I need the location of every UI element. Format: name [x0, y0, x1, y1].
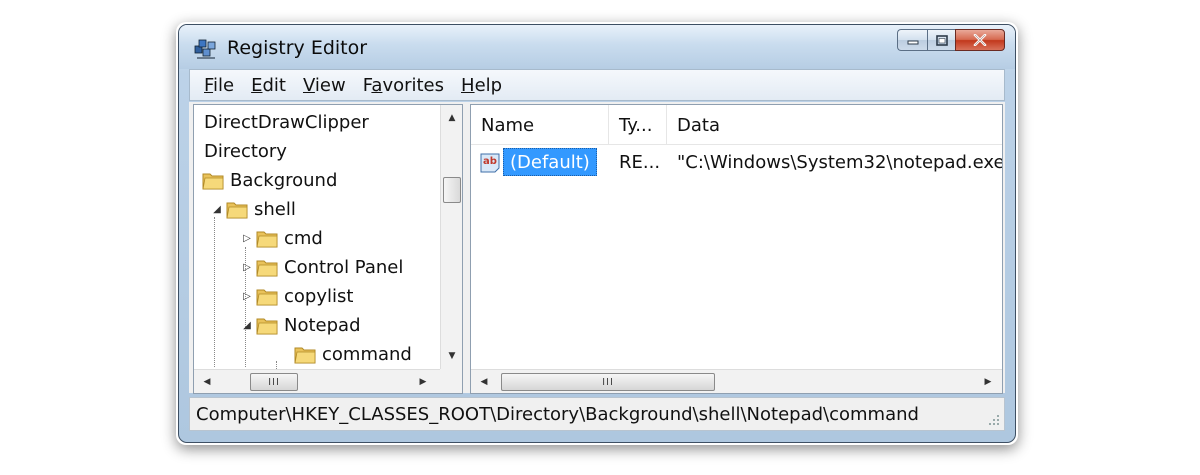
menu-edit[interactable]: Edit — [251, 75, 286, 96]
tree-item-label: copylist — [284, 285, 354, 307]
collapsed-triangle-icon[interactable]: ▷ — [240, 231, 254, 245]
scroll-left-arrow-icon[interactable]: ◀ — [473, 371, 495, 393]
tree-guide-line — [214, 217, 215, 367]
tree-item-cmd[interactable]: ▷ cmd — [240, 224, 323, 252]
scroll-left-arrow-icon[interactable]: ◀ — [196, 371, 218, 393]
menu-help[interactable]: Help — [461, 75, 502, 96]
column-header-data[interactable]: Data — [667, 105, 1002, 145]
menu-view[interactable]: View — [303, 75, 346, 96]
tree-vertical-scrollbar[interactable]: ▲ ▼ — [440, 105, 462, 369]
menu-favorites-rest: vorites — [382, 74, 445, 96]
tree-item-notepad[interactable]: ◢ Notepad — [240, 311, 361, 339]
resize-grip-icon[interactable] — [988, 414, 1000, 426]
folder-icon — [256, 231, 278, 248]
tree-item-label: Background — [230, 169, 338, 191]
tree-item-directdrawclipper[interactable]: DirectDrawClipper — [204, 108, 369, 136]
menu-edit-accel: E — [251, 74, 263, 96]
status-bar: Computer\HKEY_CLASSES_ROOT\Directory\Bac… — [189, 397, 1005, 431]
close-button[interactable] — [955, 29, 1005, 51]
tree-item-label: Notepad — [284, 314, 361, 336]
status-key-path: Computer\HKEY_CLASSES_ROOT\Directory\Bac… — [196, 403, 919, 425]
list-header: Name Ty... Data — [471, 105, 1002, 145]
list-horizontal-scroll-thumb[interactable]: III — [501, 373, 715, 391]
column-label: Name — [481, 114, 535, 136]
menu-file[interactable]: File — [204, 75, 234, 96]
menu-view-accel: V — [302, 74, 315, 96]
column-label: Ty... — [619, 114, 653, 136]
menu-bar: File Edit View Favorites Help — [189, 69, 1005, 101]
string-value-icon: ab — [480, 153, 500, 173]
minimize-icon — [907, 40, 918, 45]
tree-item-label: DirectDrawClipper — [204, 111, 369, 133]
tree-item-label: cmd — [284, 227, 323, 249]
scroll-grip: III — [602, 376, 614, 388]
table-row[interactable]: ab (Default) RE... "C:\Windows\System32\… — [471, 147, 1002, 177]
tree-item-command[interactable]: command — [294, 340, 412, 368]
menu-view-rest: iew — [314, 74, 346, 96]
tree-item-directory[interactable]: Directory — [204, 137, 287, 165]
menu-help-rest: elp — [474, 74, 503, 96]
title-bar[interactable]: Registry Editor — [179, 25, 1015, 69]
expanded-triangle-icon[interactable]: ◢ — [210, 202, 224, 216]
scrollbar-corner — [440, 369, 462, 393]
folder-icon — [202, 173, 224, 190]
tree-item-control-panel[interactable]: ▷ Control Panel — [240, 253, 403, 281]
tree-item-background[interactable]: Background — [202, 166, 337, 194]
menu-file-rest: ile — [213, 74, 235, 96]
tree-item-shell[interactable]: ◢ shell — [210, 195, 296, 223]
menu-help-accel: H — [461, 74, 475, 96]
folder-icon — [256, 318, 278, 335]
maximize-icon — [935, 34, 948, 46]
scroll-right-arrow-icon[interactable]: ▶ — [412, 371, 434, 393]
tree-horizontal-scrollbar[interactable]: ◀ III ▶ — [194, 369, 440, 393]
value-data-cell: "C:\Windows\System32\notepad.exe" — [677, 151, 1003, 173]
key-tree-pane[interactable]: DirectDrawClipper Directory Background ◢… — [193, 104, 463, 394]
column-header-name[interactable]: Name — [471, 105, 609, 145]
svg-text:ab: ab — [483, 156, 497, 167]
menu-file-accel: F — [204, 74, 214, 96]
folder-icon — [256, 289, 278, 306]
tree-item-copylist[interactable]: ▷ copylist — [240, 282, 353, 310]
column-label: Data — [677, 114, 720, 136]
scroll-right-arrow-icon[interactable]: ▶ — [977, 371, 999, 393]
scroll-up-arrow-icon[interactable]: ▲ — [441, 107, 462, 129]
tree-item-label: command — [322, 343, 412, 365]
values-list-pane[interactable]: Name Ty... Data ab (Default) RE... "C:\W… — [470, 104, 1003, 394]
collapsed-triangle-icon[interactable]: ▷ — [240, 260, 254, 274]
value-name-cell[interactable]: ab (Default) — [479, 147, 597, 177]
folder-icon — [294, 347, 316, 364]
menu-favorites-accel: a — [371, 74, 383, 96]
tree-horizontal-scroll-thumb[interactable]: III — [250, 373, 298, 391]
registry-editor-icon — [194, 39, 216, 59]
list-horizontal-scrollbar[interactable]: ◀ III ▶ — [471, 369, 1002, 393]
registry-editor-window: Registry Editor File Edit View Favorites… — [178, 24, 1016, 443]
minimize-button[interactable] — [897, 29, 927, 51]
scroll-down-arrow-icon[interactable]: ▼ — [441, 345, 462, 367]
collapsed-triangle-icon[interactable]: ▷ — [240, 289, 254, 303]
folder-icon — [256, 260, 278, 277]
tree-item-label: Directory — [204, 140, 287, 162]
menu-favorites[interactable]: Favorites — [363, 75, 444, 96]
folder-icon — [226, 202, 248, 219]
tree-item-label: Control Panel — [284, 256, 404, 278]
tree-vertical-scroll-thumb[interactable] — [443, 177, 461, 203]
scroll-grip: III — [268, 376, 280, 388]
tree-item-label: shell — [254, 198, 296, 220]
column-header-type[interactable]: Ty... — [609, 105, 667, 145]
menu-edit-rest: dit — [262, 74, 286, 96]
expanded-triangle-icon[interactable]: ◢ — [240, 318, 254, 332]
close-icon — [973, 34, 987, 46]
selected-value-name[interactable]: (Default) — [503, 148, 597, 176]
caption-buttons — [897, 29, 1005, 51]
value-type-cell: RE... — [619, 151, 661, 173]
maximize-button[interactable] — [927, 29, 955, 51]
window-title: Registry Editor — [227, 37, 368, 59]
content-area: DirectDrawClipper Directory Background ◢… — [189, 102, 1005, 394]
